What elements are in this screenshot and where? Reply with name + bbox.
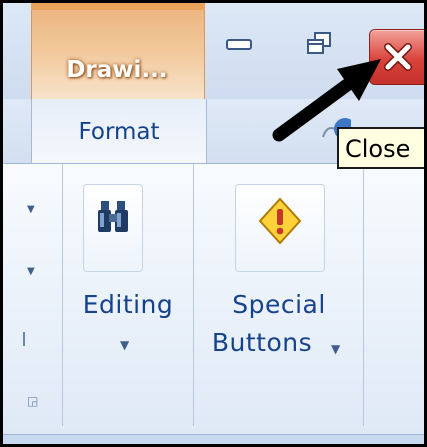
annotation-arrow bbox=[272, 59, 381, 142]
window-frame: Drawi... Format ▼ ▼ ◲ Editing ▼ Special … bbox=[0, 0, 427, 447]
close-tooltip: Close bbox=[337, 127, 424, 169]
